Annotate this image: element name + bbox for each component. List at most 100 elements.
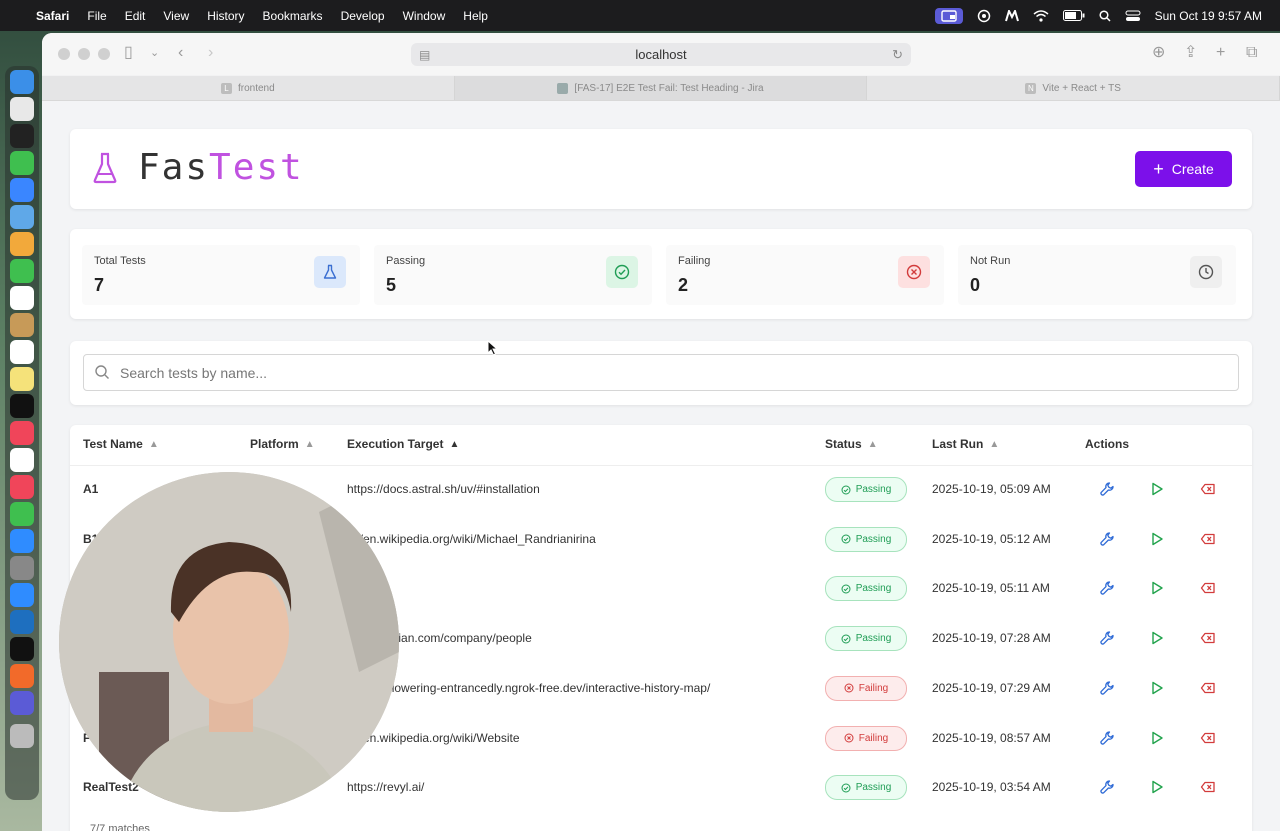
- vscode-icon[interactable]: [10, 610, 34, 634]
- tab-jira[interactable]: [FAS-17] E2E Test Fail: Test Heading - J…: [454, 76, 868, 100]
- play-icon[interactable]: [1149, 630, 1165, 646]
- notes-icon[interactable]: [10, 367, 34, 391]
- app-store-icon[interactable]: [10, 529, 34, 553]
- chevron-down-icon[interactable]: ⌄: [150, 44, 159, 62]
- play-icon[interactable]: [1149, 531, 1165, 547]
- share-icon[interactable]: ⇪: [1184, 44, 1197, 62]
- col-execution-target[interactable]: Execution Target ▲: [347, 437, 459, 451]
- wrench-icon[interactable]: [1099, 531, 1115, 547]
- page-menu-icon[interactable]: ▤: [419, 48, 430, 62]
- forward-icon[interactable]: ›: [208, 44, 213, 62]
- menu-clock[interactable]: Sun Oct 19 9:57 AM: [1155, 9, 1262, 23]
- tab-overview-icon[interactable]: ⧉: [1246, 44, 1257, 62]
- delete-icon[interactable]: [1200, 730, 1216, 746]
- menu-file[interactable]: File: [87, 9, 106, 23]
- terminal-icon[interactable]: [10, 124, 34, 148]
- contacts-icon[interactable]: [10, 313, 34, 337]
- reminders-icon[interactable]: [10, 340, 34, 364]
- menu-edit[interactable]: Edit: [125, 9, 146, 23]
- delete-icon[interactable]: [1200, 680, 1216, 696]
- minimize-window-button[interactable]: [78, 48, 90, 60]
- safari-icon[interactable]: [10, 583, 34, 607]
- check-circle-icon: [841, 584, 851, 594]
- photos-icon[interactable]: [10, 232, 34, 256]
- facetime-icon[interactable]: [10, 259, 34, 283]
- check-circle-icon: [841, 485, 851, 494]
- delete-icon[interactable]: [1200, 481, 1216, 497]
- search-input[interactable]: [118, 363, 1122, 382]
- delete-icon[interactable]: [1200, 779, 1216, 795]
- wrench-icon[interactable]: [1099, 580, 1115, 596]
- postman-icon[interactable]: [10, 664, 34, 688]
- mail-icon[interactable]: [10, 178, 34, 202]
- calendar-icon[interactable]: [10, 286, 34, 310]
- col-test-name[interactable]: Test Name ▲: [83, 437, 159, 451]
- numbers-icon[interactable]: [10, 502, 34, 526]
- wrench-icon[interactable]: [1099, 730, 1115, 746]
- close-window-button[interactable]: [58, 48, 70, 60]
- execution-target: ura-nonflowering-entrancedly.ngrok-free.…: [347, 680, 711, 695]
- play-icon[interactable]: [1149, 580, 1165, 596]
- menu-help[interactable]: Help: [463, 9, 488, 23]
- menu-develop[interactable]: Develop: [341, 9, 385, 23]
- wrench-icon[interactable]: [1099, 680, 1115, 696]
- news-icon[interactable]: [10, 475, 34, 499]
- battery-icon[interactable]: [1062, 10, 1085, 21]
- messages-icon[interactable]: [10, 151, 34, 175]
- notion-icon[interactable]: [10, 448, 34, 472]
- menu-bookmarks[interactable]: Bookmarks: [263, 9, 323, 23]
- last-run: 2025-10-19, 05:12 AM: [932, 531, 1051, 546]
- system-settings-icon[interactable]: [10, 556, 34, 580]
- play-icon[interactable]: [1149, 779, 1165, 795]
- create-button[interactable]: + Create: [1135, 151, 1232, 187]
- test-name: A1: [83, 482, 99, 496]
- new-tab-icon[interactable]: +: [1216, 44, 1225, 62]
- status-badge: Passing: [825, 526, 907, 552]
- play-icon[interactable]: [1149, 481, 1165, 497]
- wrench-icon[interactable]: [1099, 779, 1115, 795]
- spotlight-search-icon[interactable]: [1099, 9, 1111, 22]
- music-icon[interactable]: [10, 421, 34, 445]
- menu-view[interactable]: View: [163, 9, 189, 23]
- status-badge: Passing: [825, 576, 907, 602]
- delete-icon[interactable]: [1200, 531, 1216, 547]
- finder-icon[interactable]: [10, 70, 34, 94]
- col-platform[interactable]: Platform ▲: [250, 437, 315, 451]
- menu-history[interactable]: History: [207, 9, 244, 23]
- trash-icon[interactable]: [10, 724, 34, 748]
- downloads-icon[interactable]: ⊕: [1152, 44, 1165, 62]
- delete-icon[interactable]: [1200, 630, 1216, 646]
- tab-frontend[interactable]: L frontend: [42, 76, 455, 100]
- col-last-run[interactable]: Last Run ▲: [932, 437, 999, 451]
- delete-icon[interactable]: [1200, 580, 1216, 596]
- tab-label: frontend: [237, 82, 275, 94]
- col-status[interactable]: Status ▲: [825, 437, 878, 451]
- create-label: Create: [1171, 161, 1214, 177]
- stats-panel: Total Tests 7 Passing 5 Failing 2 Not Ru…: [70, 229, 1252, 319]
- gear-icon[interactable]: [977, 9, 991, 23]
- sidebar-toggle-icon[interactable]: ▯: [124, 44, 133, 62]
- apple-tv-icon[interactable]: [10, 394, 34, 418]
- menu-app-name[interactable]: Safari: [36, 9, 69, 23]
- address-bar[interactable]: ▤ localhost ↻: [411, 43, 911, 66]
- m-logo-icon[interactable]: [1004, 9, 1019, 22]
- tab-vite[interactable]: N Vite + React + TS: [867, 76, 1280, 100]
- maps-icon[interactable]: [10, 205, 34, 229]
- wrench-icon[interactable]: [1099, 481, 1115, 497]
- zoom-window-button[interactable]: [98, 48, 110, 60]
- menu-window[interactable]: Window: [403, 9, 446, 23]
- reload-icon[interactable]: ↻: [892, 47, 903, 63]
- wifi-icon[interactable]: [1033, 9, 1049, 22]
- app-icon[interactable]: [10, 691, 34, 715]
- play-icon[interactable]: [1149, 680, 1165, 696]
- screen-share-icon[interactable]: [934, 7, 963, 24]
- dock: [5, 66, 39, 800]
- back-icon[interactable]: ‹: [178, 44, 183, 62]
- play-icon[interactable]: [1149, 730, 1165, 746]
- cursor-app-icon[interactable]: [10, 637, 34, 661]
- control-center-icon[interactable]: [1125, 10, 1141, 22]
- stat-label: Failing: [678, 255, 711, 267]
- wrench-icon[interactable]: [1099, 630, 1115, 646]
- launchpad-icon[interactable]: [10, 97, 34, 121]
- search-box: [83, 354, 1239, 391]
